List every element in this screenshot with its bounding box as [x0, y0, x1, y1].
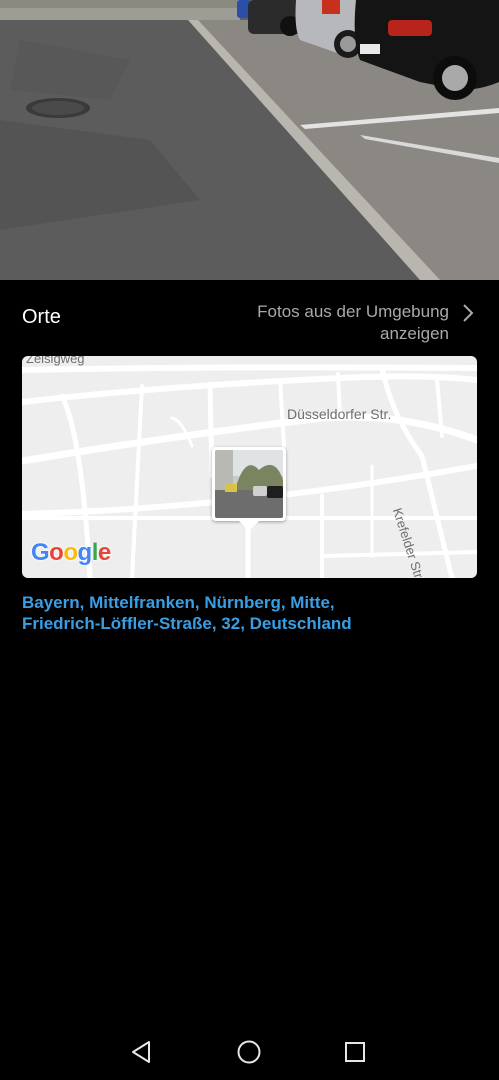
chevron-right-icon[interactable] — [461, 303, 475, 323]
google-logo-letter: e — [97, 539, 111, 566]
back-triangle-icon[interactable] — [129, 1039, 155, 1065]
nearby-photos-link[interactable]: Fotos aus der Umgebung anzeigen — [209, 301, 449, 345]
pin-photo-thumbnail — [215, 450, 283, 518]
location-address[interactable]: Bayern, Mittelfranken, Nürnberg, Mitte, … — [22, 592, 462, 634]
street-label-zeisigweg: Zeisigweg — [26, 356, 85, 366]
home-circle-icon[interactable] — [236, 1039, 262, 1065]
address-line2: Friedrich-Löffler-Straße, 32, Deutschlan… — [22, 614, 352, 633]
google-logo-letter: G — [31, 539, 50, 566]
pin-pointer — [239, 521, 259, 531]
photo-location-pin[interactable] — [212, 447, 286, 531]
system-navigation-bar — [0, 1022, 499, 1080]
nearby-link-line2: anzeigen — [379, 324, 449, 343]
google-logo-letter: o — [63, 539, 78, 566]
google-logo-letter: o — [49, 539, 64, 566]
location-map[interactable]: Zeisigweg Düsseldorfer Str. Krefelder St… — [22, 356, 477, 578]
street-label-duesseldorfer: Düsseldorfer Str. — [287, 406, 392, 422]
address-line1: Bayern, Mittelfranken, Nürnberg, Mitte, — [22, 593, 335, 612]
parking-lot-photo — [0, 0, 499, 280]
recent-apps-square-icon[interactable] — [342, 1039, 368, 1065]
google-logo: Google — [31, 539, 111, 567]
google-logo-letter: g — [77, 539, 93, 566]
photo-preview[interactable] — [0, 0, 499, 280]
places-section-title: Orte — [22, 306, 61, 328]
nearby-link-line1: Fotos aus der Umgebung — [257, 302, 449, 321]
